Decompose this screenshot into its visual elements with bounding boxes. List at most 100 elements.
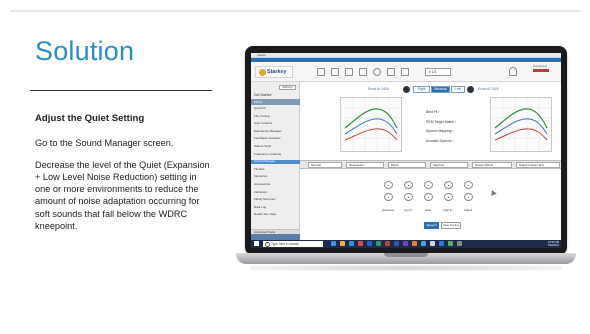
memory-select[interactable]: e 1/1 bbox=[425, 68, 451, 76]
teams-icon[interactable] bbox=[403, 241, 408, 246]
sidebar-item-memories[interactable]: Memories bbox=[254, 175, 299, 179]
app-icon-blue[interactable] bbox=[421, 241, 426, 246]
laptop-mockup: Inspire Starkey e 1/1 Connected Sell ico… bbox=[236, 46, 576, 280]
sidebar-button[interactable]: Sell icon bbox=[279, 85, 296, 90]
sidebar-item-fitting-summary[interactable]: Fitting Summary bbox=[254, 198, 299, 202]
high-fr-up-icon[interactable] bbox=[444, 181, 453, 189]
start-icon[interactable] bbox=[254, 241, 259, 246]
dial-label-output: Output bbox=[463, 208, 473, 212]
left-response-graph bbox=[341, 98, 401, 151]
app-icon-orange[interactable] bbox=[412, 241, 417, 246]
main-panel: Evolv AI 2400 Right Binaural Left Evolv … bbox=[300, 82, 561, 240]
music-icon[interactable] bbox=[401, 68, 409, 76]
brand-name: Starkey bbox=[267, 69, 287, 75]
app-icon-green[interactable] bbox=[448, 241, 453, 246]
env-tab-stream-boost[interactable]: Stream Boost bbox=[472, 162, 512, 168]
sidebar-item-indicators[interactable]: Indicators bbox=[254, 190, 299, 195]
left-response-chart bbox=[340, 97, 402, 152]
sidebar-item-patient-tests[interactable]: Patient Tests bbox=[254, 144, 299, 149]
env-tab-custom[interactable]: Stand Custom Env bbox=[516, 162, 560, 168]
app-icon-gray2[interactable] bbox=[457, 241, 462, 246]
dial-low-fr[interactable] bbox=[404, 181, 413, 205]
outlook-icon[interactable] bbox=[367, 241, 372, 246]
dial-label-high-fr: High Fr bbox=[443, 208, 453, 212]
link-rem-target[interactable]: REM Target Match bbox=[426, 118, 456, 128]
sidebar-section-fitting[interactable]: Fitting bbox=[251, 99, 300, 105]
inspire-icon[interactable] bbox=[439, 241, 444, 246]
low-fr-down-icon[interactable] bbox=[404, 193, 413, 201]
ear-icon[interactable] bbox=[509, 67, 517, 76]
edge-icon[interactable] bbox=[349, 241, 354, 246]
tools-icon[interactable] bbox=[359, 68, 367, 76]
slide-title: Solution bbox=[35, 36, 135, 66]
output-down-icon[interactable] bbox=[464, 193, 473, 201]
right-ear-icon[interactable] bbox=[403, 86, 410, 93]
env-tab-normal[interactable]: Normal bbox=[308, 162, 342, 168]
sidebar-item-frequency-lowering[interactable]: Frequency Lowering bbox=[254, 152, 299, 157]
top-divider bbox=[10, 10, 580, 12]
save-icon[interactable] bbox=[345, 68, 353, 76]
link-best-fit[interactable]: Best Fit bbox=[426, 108, 456, 118]
connection-indicator bbox=[533, 69, 549, 73]
env-tab-machine[interactable]: Machine bbox=[430, 162, 468, 168]
fine-tuning-button[interactable]: Fine Tuning bbox=[441, 222, 461, 229]
windows-taskbar: Type here to search 10:52 AM 7/13/2021 bbox=[251, 240, 561, 248]
sidebar-item-sound-manager[interactable]: Sound Manager bbox=[251, 160, 300, 164]
sidebar-item-tinnitus[interactable]: Tinnitus bbox=[254, 167, 299, 172]
sidebar-item-accessories[interactable]: Accessories bbox=[254, 182, 299, 187]
dial-gain[interactable] bbox=[424, 181, 433, 205]
sidebar-item-experience-manager[interactable]: Experience Manager bbox=[254, 129, 299, 134]
side-left-button[interactable]: Left bbox=[451, 86, 465, 93]
taskbar-search[interactable]: Type here to search bbox=[263, 241, 323, 247]
laptop-notch bbox=[384, 253, 428, 257]
sidebar-item-quick-fit[interactable]: Quick Fit bbox=[254, 106, 299, 111]
paragraph-1: Go to the Sound Manager screen. bbox=[35, 138, 174, 149]
folder-icon[interactable] bbox=[331, 68, 339, 76]
gain-down-icon[interactable] bbox=[424, 193, 433, 201]
sidebar-heading: Get Started bbox=[254, 93, 272, 97]
dial-high-fr[interactable] bbox=[444, 181, 453, 205]
link-acoustic-options[interactable]: Acoustic Options bbox=[426, 137, 456, 147]
dial-output[interactable] bbox=[464, 181, 473, 205]
chrome-icon[interactable] bbox=[358, 241, 363, 246]
link-speech-mapping[interactable]: Speech Mapping bbox=[426, 127, 456, 137]
record-icon[interactable] bbox=[373, 68, 381, 76]
sidebar-item-feedback-canceller[interactable]: Feedback Canceller bbox=[254, 137, 299, 141]
low-fr-up-icon[interactable] bbox=[404, 181, 413, 189]
sidebar-item-user-controls[interactable]: User Controls bbox=[254, 122, 299, 126]
high-fr-down-icon[interactable] bbox=[444, 193, 453, 201]
user-icon[interactable] bbox=[317, 68, 325, 76]
left-ear-icon[interactable] bbox=[467, 86, 474, 93]
excel-icon[interactable] bbox=[376, 241, 381, 246]
fitting-links: Best Fit REM Target Match Speech Mapping… bbox=[426, 108, 456, 146]
right-response-graph bbox=[491, 98, 551, 151]
dial-quietness[interactable] bbox=[384, 181, 393, 205]
taskbar-clock[interactable]: 10:52 AM 7/13/2021 bbox=[543, 241, 559, 248]
task-view-icon[interactable] bbox=[331, 241, 336, 246]
output-up-icon[interactable] bbox=[464, 181, 473, 189]
side-right-button[interactable]: Right bbox=[413, 86, 430, 93]
undo-icon[interactable] bbox=[387, 68, 395, 76]
app-icon-grey[interactable] bbox=[430, 241, 435, 246]
dial-label-low-fr: Low Fr bbox=[403, 208, 413, 212]
sidebar-item-fine-tuning[interactable]: Fine Tuning bbox=[254, 114, 299, 119]
dial-label-quietness: Quietness bbox=[381, 208, 395, 212]
gain-up-icon[interactable] bbox=[424, 181, 433, 189]
quietness-down-icon[interactable] bbox=[384, 193, 393, 201]
left-device-label: Evolv AI 2400 bbox=[368, 87, 389, 91]
brand-logo: Starkey bbox=[255, 66, 293, 78]
side-binaural-button[interactable]: Binaural bbox=[431, 86, 450, 93]
right-device-label: Evolv AI 2400 bbox=[478, 87, 499, 91]
paragraph-2: Decrease the level of the Quiet (Expansi… bbox=[35, 159, 210, 232]
file-explorer-icon[interactable] bbox=[340, 241, 345, 246]
env-tab-music[interactable]: Music bbox=[388, 162, 426, 168]
speech-button[interactable]: Speech bbox=[424, 222, 439, 229]
sidebar-item-ready-set-hear[interactable]: Ready Set, Hear bbox=[254, 213, 299, 217]
env-tab-restaurant[interactable]: Restaurant bbox=[346, 162, 384, 168]
title-divider bbox=[30, 90, 212, 91]
sidebar-item-data-log[interactable]: Data Log bbox=[254, 205, 299, 210]
slide: Solution Adjust the Quiet Setting Go to … bbox=[0, 0, 590, 334]
powerpoint-icon[interactable] bbox=[385, 241, 390, 246]
quietness-up-icon[interactable] bbox=[384, 181, 393, 189]
word-icon[interactable] bbox=[394, 241, 399, 246]
